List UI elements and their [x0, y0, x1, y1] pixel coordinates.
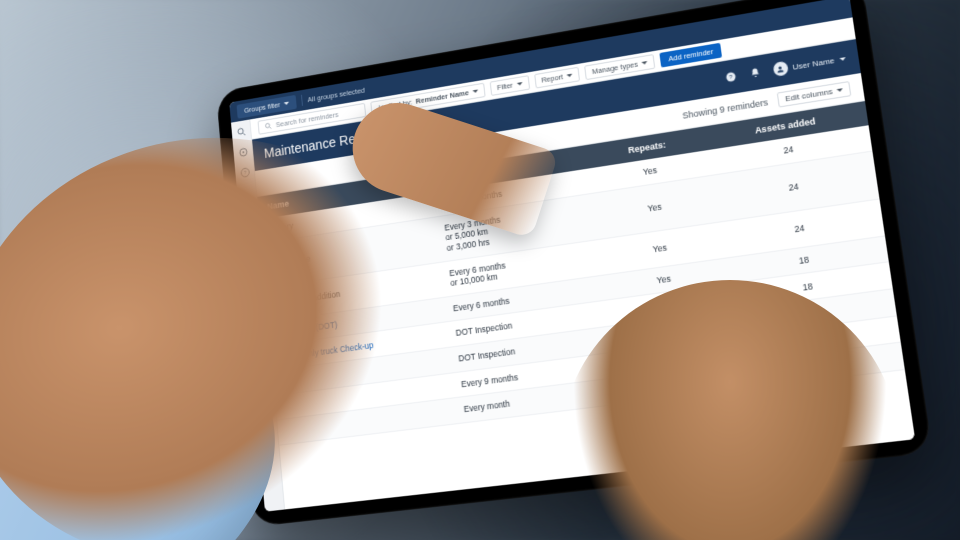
- bell-icon[interactable]: [748, 66, 762, 80]
- divider: [301, 95, 303, 106]
- filter-dropdown[interactable]: Filter: [490, 75, 530, 96]
- chevron-down-icon: [839, 57, 846, 64]
- chevron-right-icon[interactable]: [280, 351, 288, 360]
- search-icon: [264, 121, 273, 131]
- manage-types-label: Manage types: [591, 60, 638, 76]
- report-label: Report: [541, 72, 564, 84]
- user-menu[interactable]: User Name: [772, 51, 847, 77]
- groups-filter-label: Groups filter: [244, 100, 281, 114]
- tablet-device: Groups filter All groups selected ? Sear…: [216, 0, 933, 527]
- reminder-name: Oil Change: [272, 253, 311, 268]
- help-icon[interactable]: ?: [724, 70, 738, 84]
- reminder-name[interactable]: Monthly truck Check-up: [291, 340, 374, 361]
- target-icon[interactable]: [237, 146, 249, 159]
- add-reminder-label: Add reminder: [668, 47, 714, 63]
- sort-value: Reminder Name: [415, 88, 469, 105]
- app-screen: Groups filter All groups selected ? Sear…: [229, 0, 915, 512]
- avatar-icon: [772, 61, 788, 77]
- search-icon[interactable]: [235, 126, 246, 139]
- user-name-label: User Name: [792, 56, 835, 72]
- edit-columns-dropdown[interactable]: Edit columns: [777, 81, 851, 107]
- svg-text:?: ?: [243, 170, 246, 176]
- showing-count: Showing 9 reminders: [682, 97, 769, 121]
- edit-columns-label: Edit columns: [785, 87, 834, 104]
- reminder-name: Battery: [269, 221, 294, 234]
- reminder-name: SCR Urea addition: [275, 289, 340, 308]
- help-icon[interactable]: ?: [239, 166, 251, 179]
- sort-icon: [377, 103, 385, 112]
- filter-label: Filter: [497, 81, 514, 92]
- reminder-name[interactable]: Inspection (DOT): [278, 320, 338, 338]
- sort-prefix: Sort by:: [388, 98, 413, 110]
